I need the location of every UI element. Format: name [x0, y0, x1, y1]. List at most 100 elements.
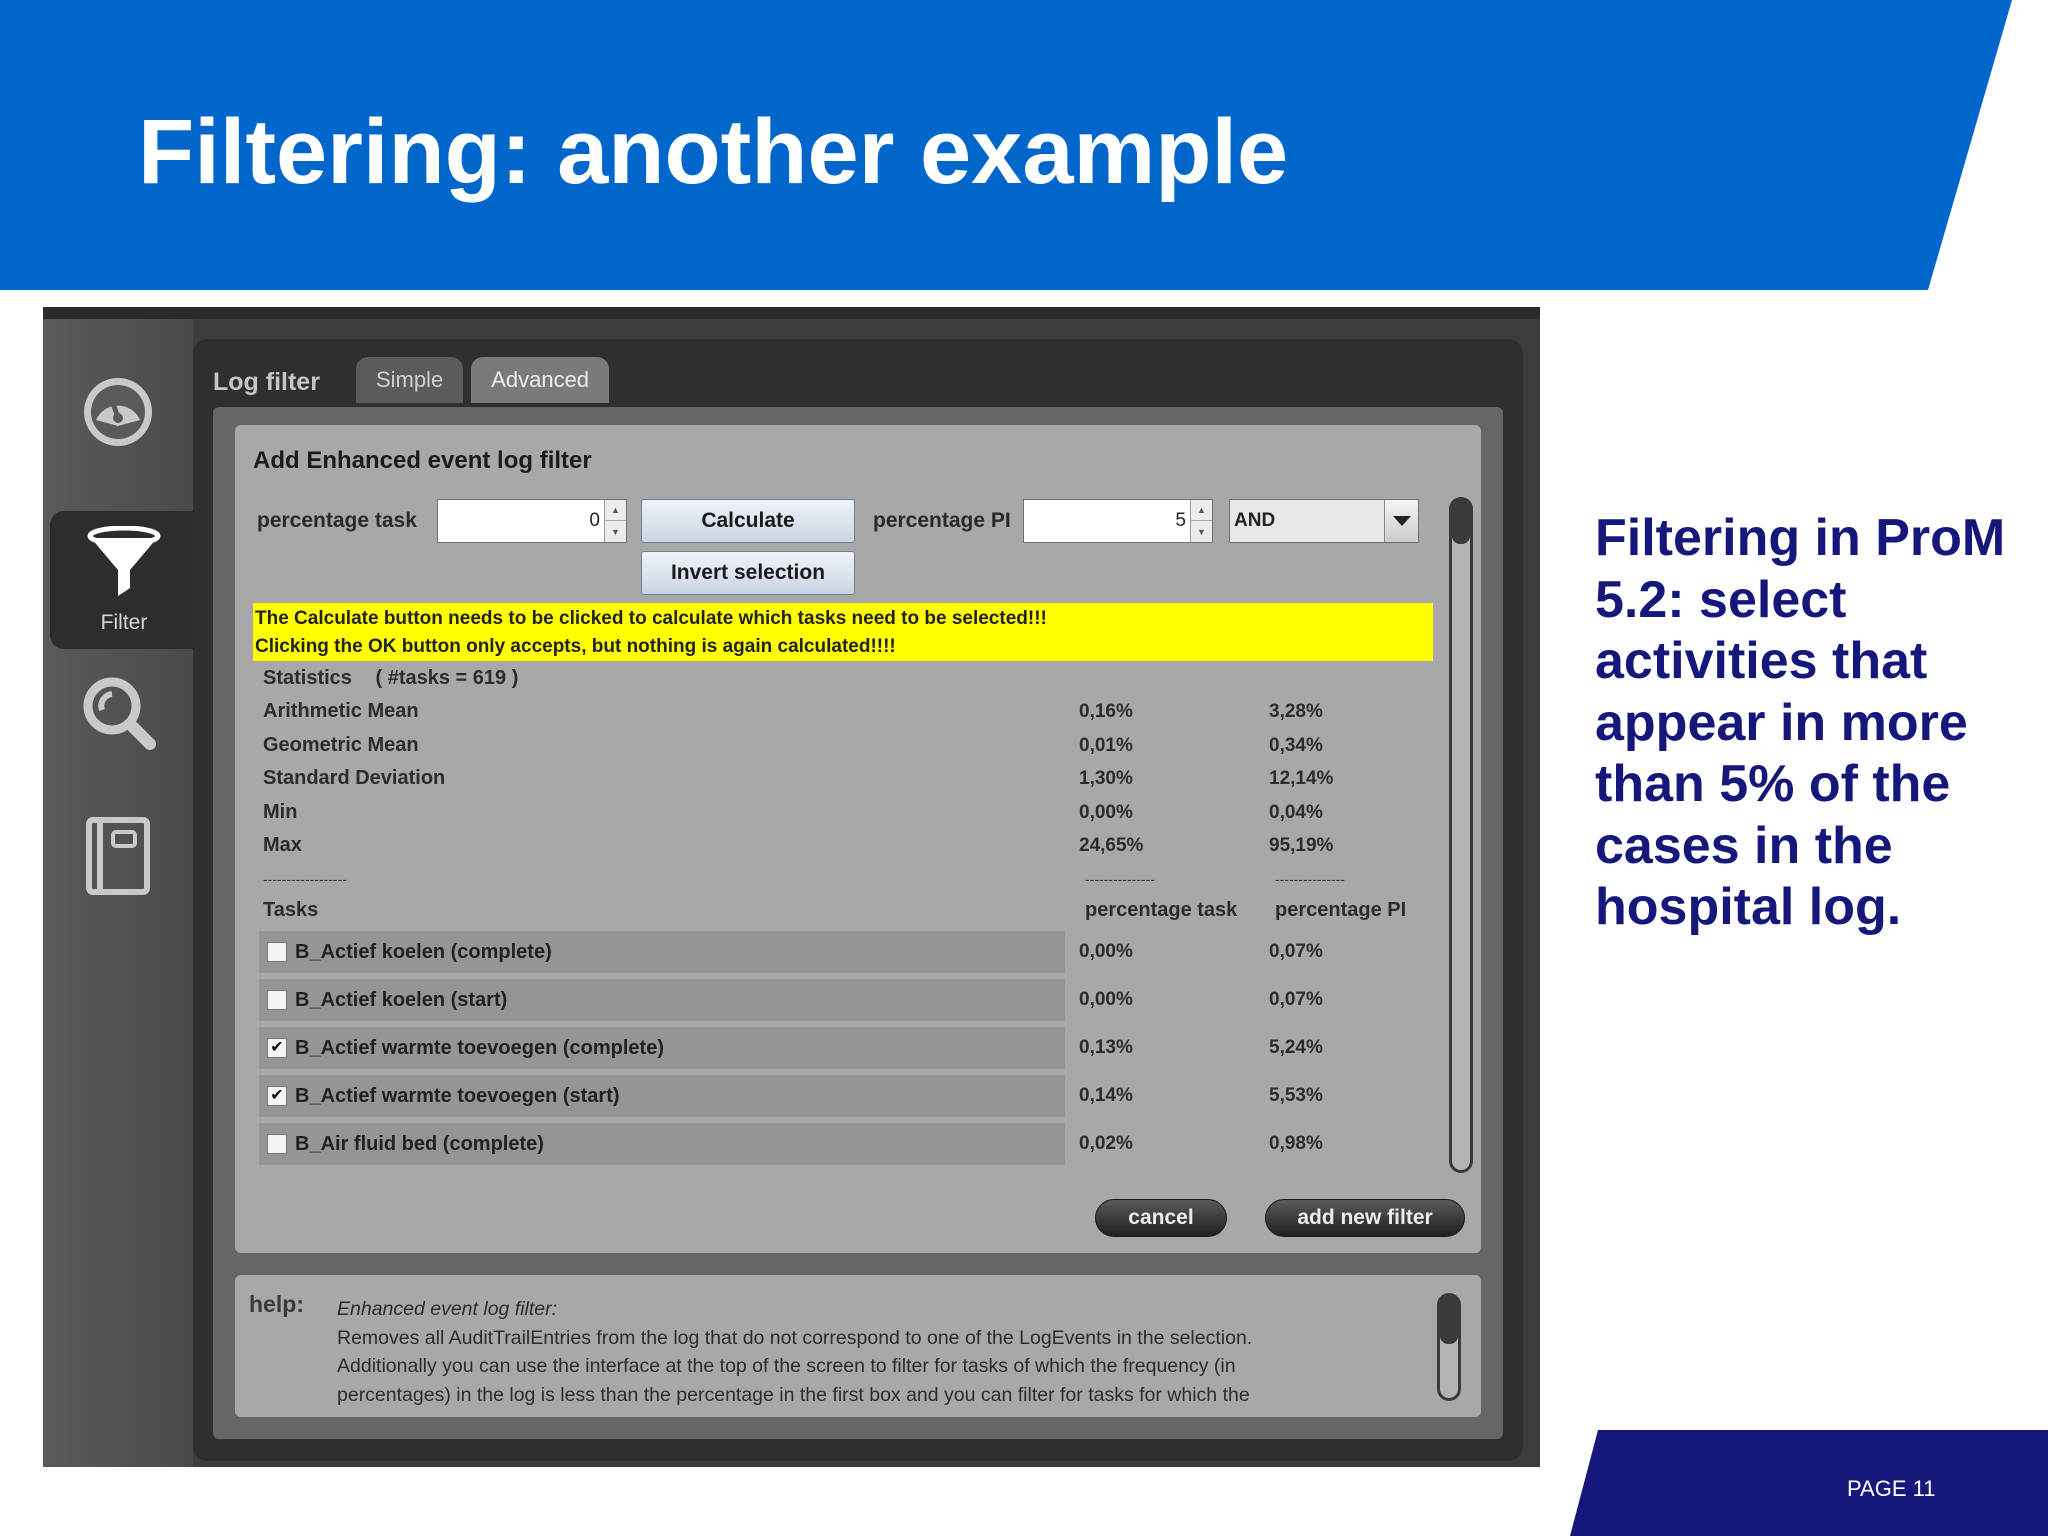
task-checkbox[interactable] — [267, 1134, 287, 1154]
prom-sidebar: Filter — [43, 319, 198, 1467]
main-frame: Log filter Simple Advanced Add Enhanced … — [193, 339, 1523, 1461]
task-name: B_Actief warmte toevoegen (start) — [295, 1084, 620, 1107]
task-row[interactable]: B_Actief koelen (complete) — [259, 931, 1065, 973]
prom-screenshot: Filter Log filter Simple Advanced Add En… — [43, 307, 1540, 1467]
separator-right: --------------- — [1275, 871, 1345, 887]
sidebar-item-inspect[interactable] — [43, 659, 193, 769]
help-scrollbar[interactable] — [1437, 1293, 1461, 1401]
percentage-task-spinner[interactable]: 0 ▲ ▼ — [437, 499, 627, 543]
log-filter-header: Log filter — [213, 368, 320, 396]
help-line: percentages) in the log is less than the… — [337, 1383, 1250, 1406]
stat-task-value: 0,01% — [1079, 735, 1133, 756]
task-percentage: 0,14% — [1079, 1085, 1133, 1106]
page-number: PAGE 11 — [1847, 1476, 1936, 1501]
calculate-button[interactable]: Calculate — [641, 499, 855, 543]
spinner-arrows[interactable]: ▲ ▼ — [604, 500, 626, 542]
task-pi-percentage: 5,24% — [1269, 1037, 1323, 1058]
logic-operator-select[interactable]: AND — [1229, 499, 1419, 543]
task-checkbox[interactable] — [267, 942, 287, 962]
column-header-percentage-pi: percentage PI — [1275, 899, 1407, 921]
stat-task-value: 0,00% — [1079, 802, 1133, 823]
help-label: help: — [249, 1291, 304, 1317]
sidebar-item-notebook[interactable] — [43, 803, 193, 913]
scrollbar-thumb[interactable] — [1452, 500, 1470, 544]
statistics-label: Statistics — [263, 667, 352, 689]
task-pi-percentage: 0,07% — [1269, 941, 1323, 962]
stat-task-value: 0,16% — [1079, 701, 1133, 722]
window-top-edge — [43, 307, 1540, 319]
task-percentage: 0,00% — [1079, 989, 1133, 1010]
slide-side-text: Filtering in ProM 5.2: select activities… — [1595, 509, 2006, 936]
add-new-filter-button[interactable]: add new filter — [1265, 1199, 1465, 1237]
dashboard-gauge-icon — [80, 374, 156, 455]
task-row[interactable]: ✔ B_Actief warmte toevoegen (start) — [259, 1075, 1065, 1117]
separator-mid: --------------- — [1085, 871, 1155, 887]
task-name: B_Actief koelen (complete) — [295, 940, 552, 963]
chevron-down-icon[interactable] — [1384, 500, 1418, 542]
tasks-label: Tasks — [263, 899, 319, 921]
stat-name: Standard Deviation — [263, 767, 446, 789]
sidebar-item-label: Filter — [100, 610, 148, 634]
column-header-percentage-task: percentage task — [1085, 899, 1238, 921]
help-line: Removes all AuditTrailEntries from the l… — [337, 1326, 1253, 1349]
checkmark-icon[interactable]: ✔ — [267, 1086, 287, 1106]
stat-task-value: 24,65% — [1079, 835, 1144, 856]
task-name: B_Actief koelen (start) — [295, 988, 508, 1011]
spinner-down-icon[interactable]: ▼ — [1191, 521, 1212, 542]
spinner-arrows[interactable]: ▲ ▼ — [1190, 500, 1212, 542]
task-name: B_Actief warmte toevoegen (complete) — [295, 1036, 664, 1059]
spinner-down-icon[interactable]: ▼ — [605, 521, 626, 542]
warning-line-2: Clicking the OK button only accepts, but… — [255, 636, 896, 657]
filter-panel-title: Add Enhanced event log filter — [253, 447, 592, 474]
spinner-up-icon[interactable]: ▲ — [1191, 500, 1212, 521]
percentage-pi-label: percentage PI — [873, 509, 1011, 532]
notebook-icon — [85, 816, 151, 901]
stat-pi-value: 0,04% — [1269, 802, 1323, 823]
task-row[interactable]: ✔ B_Actief warmte toevoegen (complete) — [259, 1027, 1065, 1069]
tab-simple[interactable]: Simple — [355, 357, 464, 403]
stat-pi-value: 0,34% — [1269, 735, 1323, 756]
stat-name: Geometric Mean — [263, 734, 419, 756]
percentage-pi-value: 5 — [1175, 510, 1186, 531]
task-row[interactable]: B_Actief koelen (start) — [259, 979, 1065, 1021]
percentage-task-value: 0 — [589, 510, 600, 531]
help-title: Enhanced event log filter: — [337, 1298, 558, 1320]
stat-name: Min — [263, 801, 298, 823]
task-pi-percentage: 0,07% — [1269, 989, 1323, 1010]
sidebar-item-filter[interactable]: Filter — [50, 511, 198, 649]
separator-left: ------------------ — [263, 871, 347, 887]
task-pi-percentage: 0,98% — [1269, 1133, 1323, 1154]
magnifier-icon — [80, 674, 156, 755]
stat-name: Max — [263, 834, 302, 856]
percentage-pi-spinner[interactable]: 5 ▲ ▼ — [1023, 499, 1213, 543]
stat-pi-value: 3,28% — [1269, 701, 1323, 722]
warning-line-1: The Calculate button needs to be clicked… — [255, 608, 1047, 629]
task-row[interactable]: B_Air fluid bed (complete) — [259, 1123, 1065, 1165]
cancel-button[interactable]: cancel — [1095, 1199, 1227, 1237]
help-line: Additionally you can use the interface a… — [337, 1355, 1236, 1377]
checkmark-icon[interactable]: ✔ — [267, 1038, 287, 1058]
funnel-filter-icon — [87, 525, 161, 603]
scrollbar-thumb[interactable] — [1440, 1296, 1458, 1344]
task-percentage: 0,00% — [1079, 941, 1133, 962]
task-percentage: 0,02% — [1079, 1133, 1133, 1154]
task-percentage: 0,13% — [1079, 1037, 1133, 1058]
stat-pi-value: 95,19% — [1269, 835, 1334, 856]
task-name: B_Air fluid bed (complete) — [295, 1132, 544, 1155]
percentage-task-label: percentage task — [257, 509, 417, 532]
filter-panel: Add Enhanced event log filter percentage… — [235, 425, 1481, 1253]
tab-advanced[interactable]: Advanced — [471, 357, 610, 403]
task-pi-percentage: 5,53% — [1269, 1085, 1323, 1106]
stat-task-value: 1,30% — [1079, 768, 1133, 789]
calculate-warning: The Calculate button needs to be clicked… — [253, 603, 1433, 661]
help-text: Enhanced event log filter: Removes all A… — [337, 1295, 1387, 1409]
invert-selection-button[interactable]: Invert selection — [641, 551, 855, 595]
stat-name: Arithmetic Mean — [263, 700, 419, 722]
spinner-up-icon[interactable]: ▲ — [605, 500, 626, 521]
filter-scrollbar[interactable] — [1449, 497, 1473, 1173]
sidebar-item-dashboard[interactable] — [43, 359, 193, 469]
help-panel: help: Enhanced event log filter: Removes… — [235, 1275, 1481, 1417]
tab-bar: Log filter Simple Advanced — [213, 353, 617, 403]
logic-operator-value: AND — [1234, 510, 1276, 531]
task-checkbox[interactable] — [267, 990, 287, 1010]
